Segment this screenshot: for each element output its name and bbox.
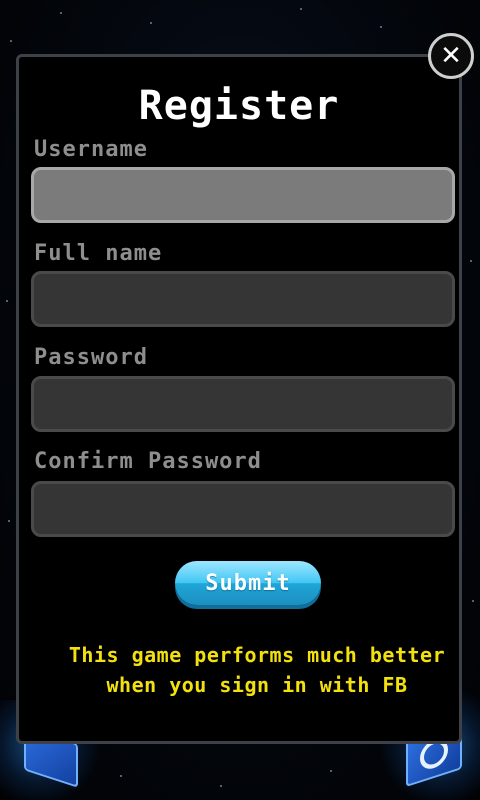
full-name-label: Full name xyxy=(34,241,163,266)
username-label: Username xyxy=(34,137,148,162)
register-dialog: Register Username Full name Password Con… xyxy=(16,54,462,744)
game-screen: Register Username Full name Password Con… xyxy=(0,0,480,800)
facebook-signin-message: This game performs much better when you … xyxy=(68,643,446,697)
password-field[interactable] xyxy=(31,376,455,432)
dialog-title: Register xyxy=(138,83,340,129)
full-name-field[interactable] xyxy=(31,271,455,327)
close-icon: ✕ xyxy=(440,41,462,71)
password-label: Password xyxy=(34,345,148,370)
close-button[interactable]: ✕ xyxy=(428,33,474,79)
confirm-password-field[interactable] xyxy=(31,481,455,537)
confirm-password-label: Confirm Password xyxy=(34,449,262,474)
username-field[interactable] xyxy=(31,167,455,223)
submit-button[interactable]: Submit xyxy=(175,561,321,605)
